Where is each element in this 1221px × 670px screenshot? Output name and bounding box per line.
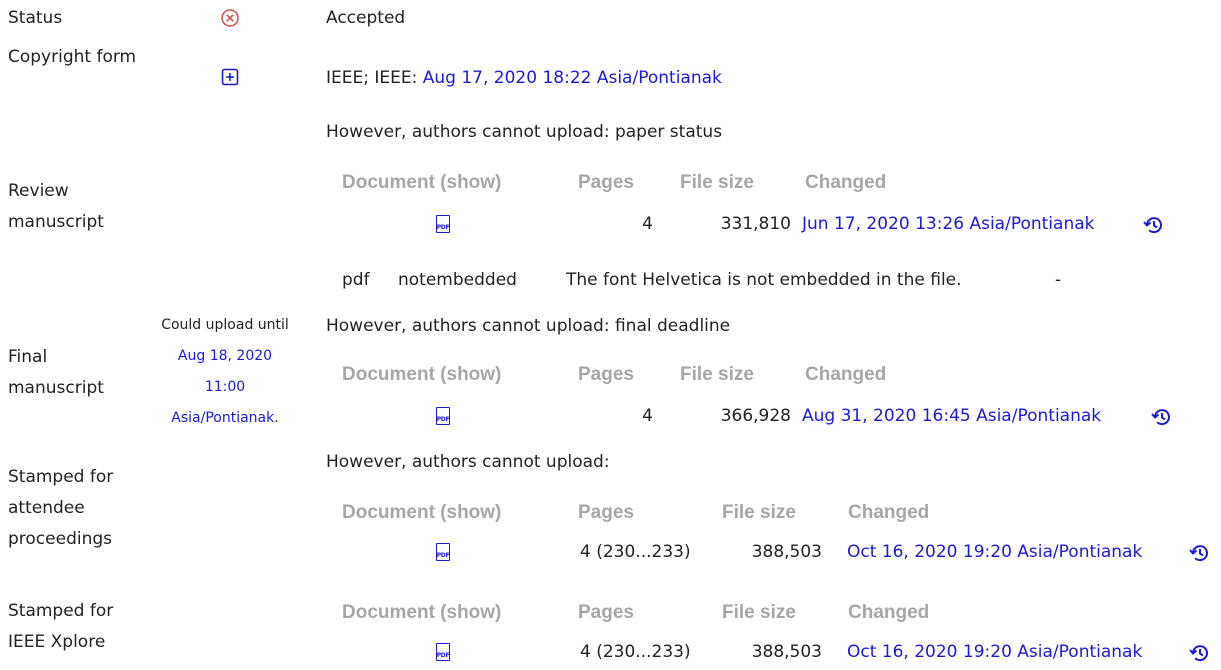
pdf-icon[interactable] bbox=[435, 643, 451, 661]
pdf-icon[interactable] bbox=[435, 543, 451, 561]
xplore-pages: 4 (230...233) bbox=[580, 642, 691, 662]
font-check-message: The font Helvetica is not embedded in th… bbox=[566, 270, 962, 290]
final-upload-note: Could upload until Aug 18, 2020 11:00 As… bbox=[160, 310, 290, 434]
review-filesize: 331,810 bbox=[720, 214, 791, 234]
review-header-document[interactable]: Document (show) bbox=[342, 172, 501, 194]
history-icon[interactable] bbox=[1150, 406, 1172, 428]
xplore-header-filesize: File size bbox=[722, 602, 796, 623]
review-cannot-upload: However, authors cannot upload: paper st… bbox=[326, 122, 723, 142]
copyright-label: Copyright form bbox=[8, 47, 137, 67]
history-icon[interactable] bbox=[1188, 542, 1210, 564]
attendee-header-changed: Changed bbox=[848, 502, 930, 523]
final-header-document[interactable]: Document (show) bbox=[342, 364, 501, 386]
pdf-icon[interactable] bbox=[435, 407, 451, 425]
copyright-prefix: IEEE; IEEE: bbox=[326, 68, 423, 88]
status-value: Accepted bbox=[326, 8, 406, 28]
plus-square-icon[interactable] bbox=[221, 68, 239, 86]
attendee-header-pages: Pages bbox=[578, 502, 634, 523]
final-header-filesize: File size bbox=[680, 364, 754, 385]
review-header-changed: Changed bbox=[805, 172, 887, 193]
xplore-filesize: 388,503 bbox=[751, 642, 822, 662]
attendee-header-filesize: File size bbox=[722, 502, 796, 523]
attendee-cannot-upload: However, authors cannot upload: bbox=[326, 452, 610, 472]
final-cannot-upload: However, authors cannot upload: final de… bbox=[326, 316, 731, 336]
review-header-filesize: File size bbox=[680, 172, 754, 193]
review-header-pages: Pages bbox=[578, 172, 634, 193]
attendee-changed-link[interactable]: Oct 16, 2020 19:20 Asia/Pontianak bbox=[847, 542, 1142, 562]
final-header-changed: Changed bbox=[805, 364, 887, 385]
final-note-link[interactable]: Aug 18, 2020 11:00 Asia/Pontianak bbox=[171, 348, 274, 426]
copyright-value: IEEE; IEEE: Aug 17, 2020 18:22 Asia/Pont… bbox=[326, 68, 722, 88]
final-note-prefix: Could upload until bbox=[161, 317, 289, 333]
pdf-icon[interactable] bbox=[435, 215, 451, 233]
font-check-code: notembedded bbox=[398, 270, 517, 290]
final-changed-link[interactable]: Aug 31, 2020 16:45 Asia/Pontianak bbox=[802, 406, 1101, 426]
review-changed-link[interactable]: Jun 17, 2020 13:26 Asia/Pontianak bbox=[802, 214, 1095, 234]
history-icon[interactable] bbox=[1142, 214, 1164, 236]
xplore-label: Stamped for IEEE Xplore bbox=[8, 601, 114, 652]
attendee-pages: 4 (230...233) bbox=[580, 542, 691, 562]
attendee-header-document[interactable]: Document (show) bbox=[342, 502, 501, 524]
x-circle-icon bbox=[221, 9, 239, 27]
review-label: Review manuscript bbox=[8, 181, 104, 232]
font-check-type: pdf bbox=[342, 270, 370, 290]
xplore-changed-link[interactable]: Oct 16, 2020 19:20 Asia/Pontianak bbox=[847, 642, 1142, 662]
xplore-header-pages: Pages bbox=[578, 602, 634, 623]
font-check-dash: - bbox=[1055, 270, 1062, 290]
review-pages: 4 bbox=[642, 214, 653, 234]
xplore-header-changed: Changed bbox=[848, 602, 930, 623]
final-note-suffix: . bbox=[274, 410, 279, 426]
history-icon[interactable] bbox=[1188, 642, 1210, 664]
final-label: Final manuscript bbox=[8, 347, 104, 398]
final-header-pages: Pages bbox=[578, 364, 634, 385]
copyright-date-link[interactable]: Aug 17, 2020 18:22 Asia/Pontianak bbox=[423, 68, 722, 88]
final-pages: 4 bbox=[642, 406, 653, 426]
attendee-label: Stamped for attendee proceedings bbox=[8, 467, 114, 549]
attendee-filesize: 388,503 bbox=[751, 542, 822, 562]
xplore-header-document[interactable]: Document (show) bbox=[342, 602, 501, 624]
final-filesize: 366,928 bbox=[720, 406, 791, 426]
status-label: Status bbox=[8, 8, 63, 28]
